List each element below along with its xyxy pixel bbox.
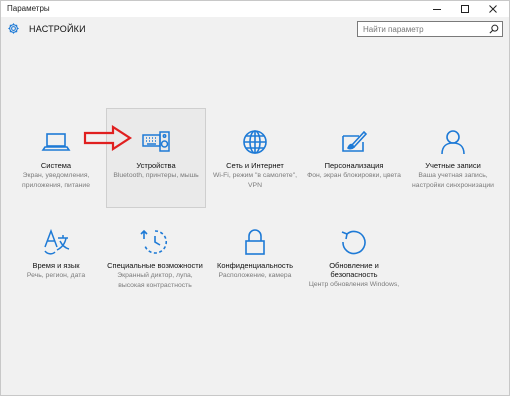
tile-label: Обновление и безопасность: [329, 261, 379, 279]
keyboard-speaker-icon: [142, 131, 170, 152]
accessibility-clock-icon: [140, 229, 167, 254]
close-icon: [489, 5, 497, 13]
tile-description: Центр обновления Windows,: [308, 281, 400, 288]
tile-description: Экранный диктор, лупа, высокая контрастн…: [117, 272, 193, 289]
maximize-button[interactable]: [451, 1, 479, 17]
tile-description: Ваша учетная запись, настройки синхрониз…: [412, 172, 494, 189]
globe-icon: [243, 130, 267, 154]
refresh-icon: [341, 230, 366, 255]
minimize-icon: [433, 9, 441, 10]
title-bar[interactable]: Параметры: [1, 1, 509, 17]
page-title: НАСТРОЙКИ: [29, 24, 86, 34]
language-icon: [44, 228, 70, 255]
tile-description: Bluetooth, принтеры, мышь: [113, 172, 199, 179]
search-box[interactable]: [357, 21, 503, 37]
maximize-icon: [461, 5, 469, 13]
search-input[interactable]: [358, 22, 491, 36]
tile-accessibility[interactable]: Специальные возможности Экранный диктор,…: [106, 227, 204, 290]
window-title: Параметры: [7, 4, 50, 13]
tile-label: Учетные записи: [425, 161, 481, 170]
tile-label: Устройства: [136, 161, 176, 170]
tile-devices[interactable]: Устройства Bluetooth, принтеры, мышь: [106, 108, 206, 208]
tile-label: Персонализация: [324, 161, 384, 170]
tile-description: Фон, экран блокировки, цвета: [307, 172, 401, 179]
laptop-icon: [41, 133, 71, 151]
close-button[interactable]: [479, 1, 507, 17]
red-arrow-icon: [83, 125, 133, 151]
search-icon[interactable]: [489, 24, 499, 34]
gear-icon: [8, 23, 19, 34]
tile-accounts[interactable]: Учетные записи Ваша учетная запись, наст…: [404, 127, 502, 190]
tile-description: Речь, регион, дата: [26, 272, 86, 279]
tile-personalization[interactable]: Персонализация Фон, экран блокировки, цв…: [305, 127, 403, 181]
minimize-button[interactable]: [423, 1, 451, 17]
tile-privacy[interactable]: Конфиденциальность Расположение, камера: [206, 227, 304, 281]
paint-brush-icon: [342, 130, 368, 152]
tile-label: Система: [40, 161, 72, 170]
person-icon: [441, 130, 465, 155]
tile-description: Экран, уведомления, приложения, питание: [22, 172, 90, 189]
tile-network[interactable]: Сеть и Интернет Wi-Fi, режим "в самолете…: [206, 127, 304, 190]
tile-update-security[interactable]: Обновление и безопасность Центр обновлен…: [305, 227, 403, 290]
settings-window: Параметры НАСТРОЙКИ Найти параметр Систе…: [0, 0, 510, 396]
tile-label: Специальные возможности: [107, 261, 203, 270]
tile-label: Время и язык: [32, 261, 80, 270]
padlock-icon: [245, 229, 265, 255]
tile-label: Сеть и Интернет: [226, 161, 284, 170]
tile-description: Wi-Fi, режим "в самолете", VPN: [212, 172, 298, 189]
tile-label: Конфиденциальность: [216, 261, 294, 270]
tile-time-language[interactable]: Время и язык Речь, регион, дата: [7, 227, 105, 281]
tile-description: Расположение, камера: [218, 272, 292, 279]
